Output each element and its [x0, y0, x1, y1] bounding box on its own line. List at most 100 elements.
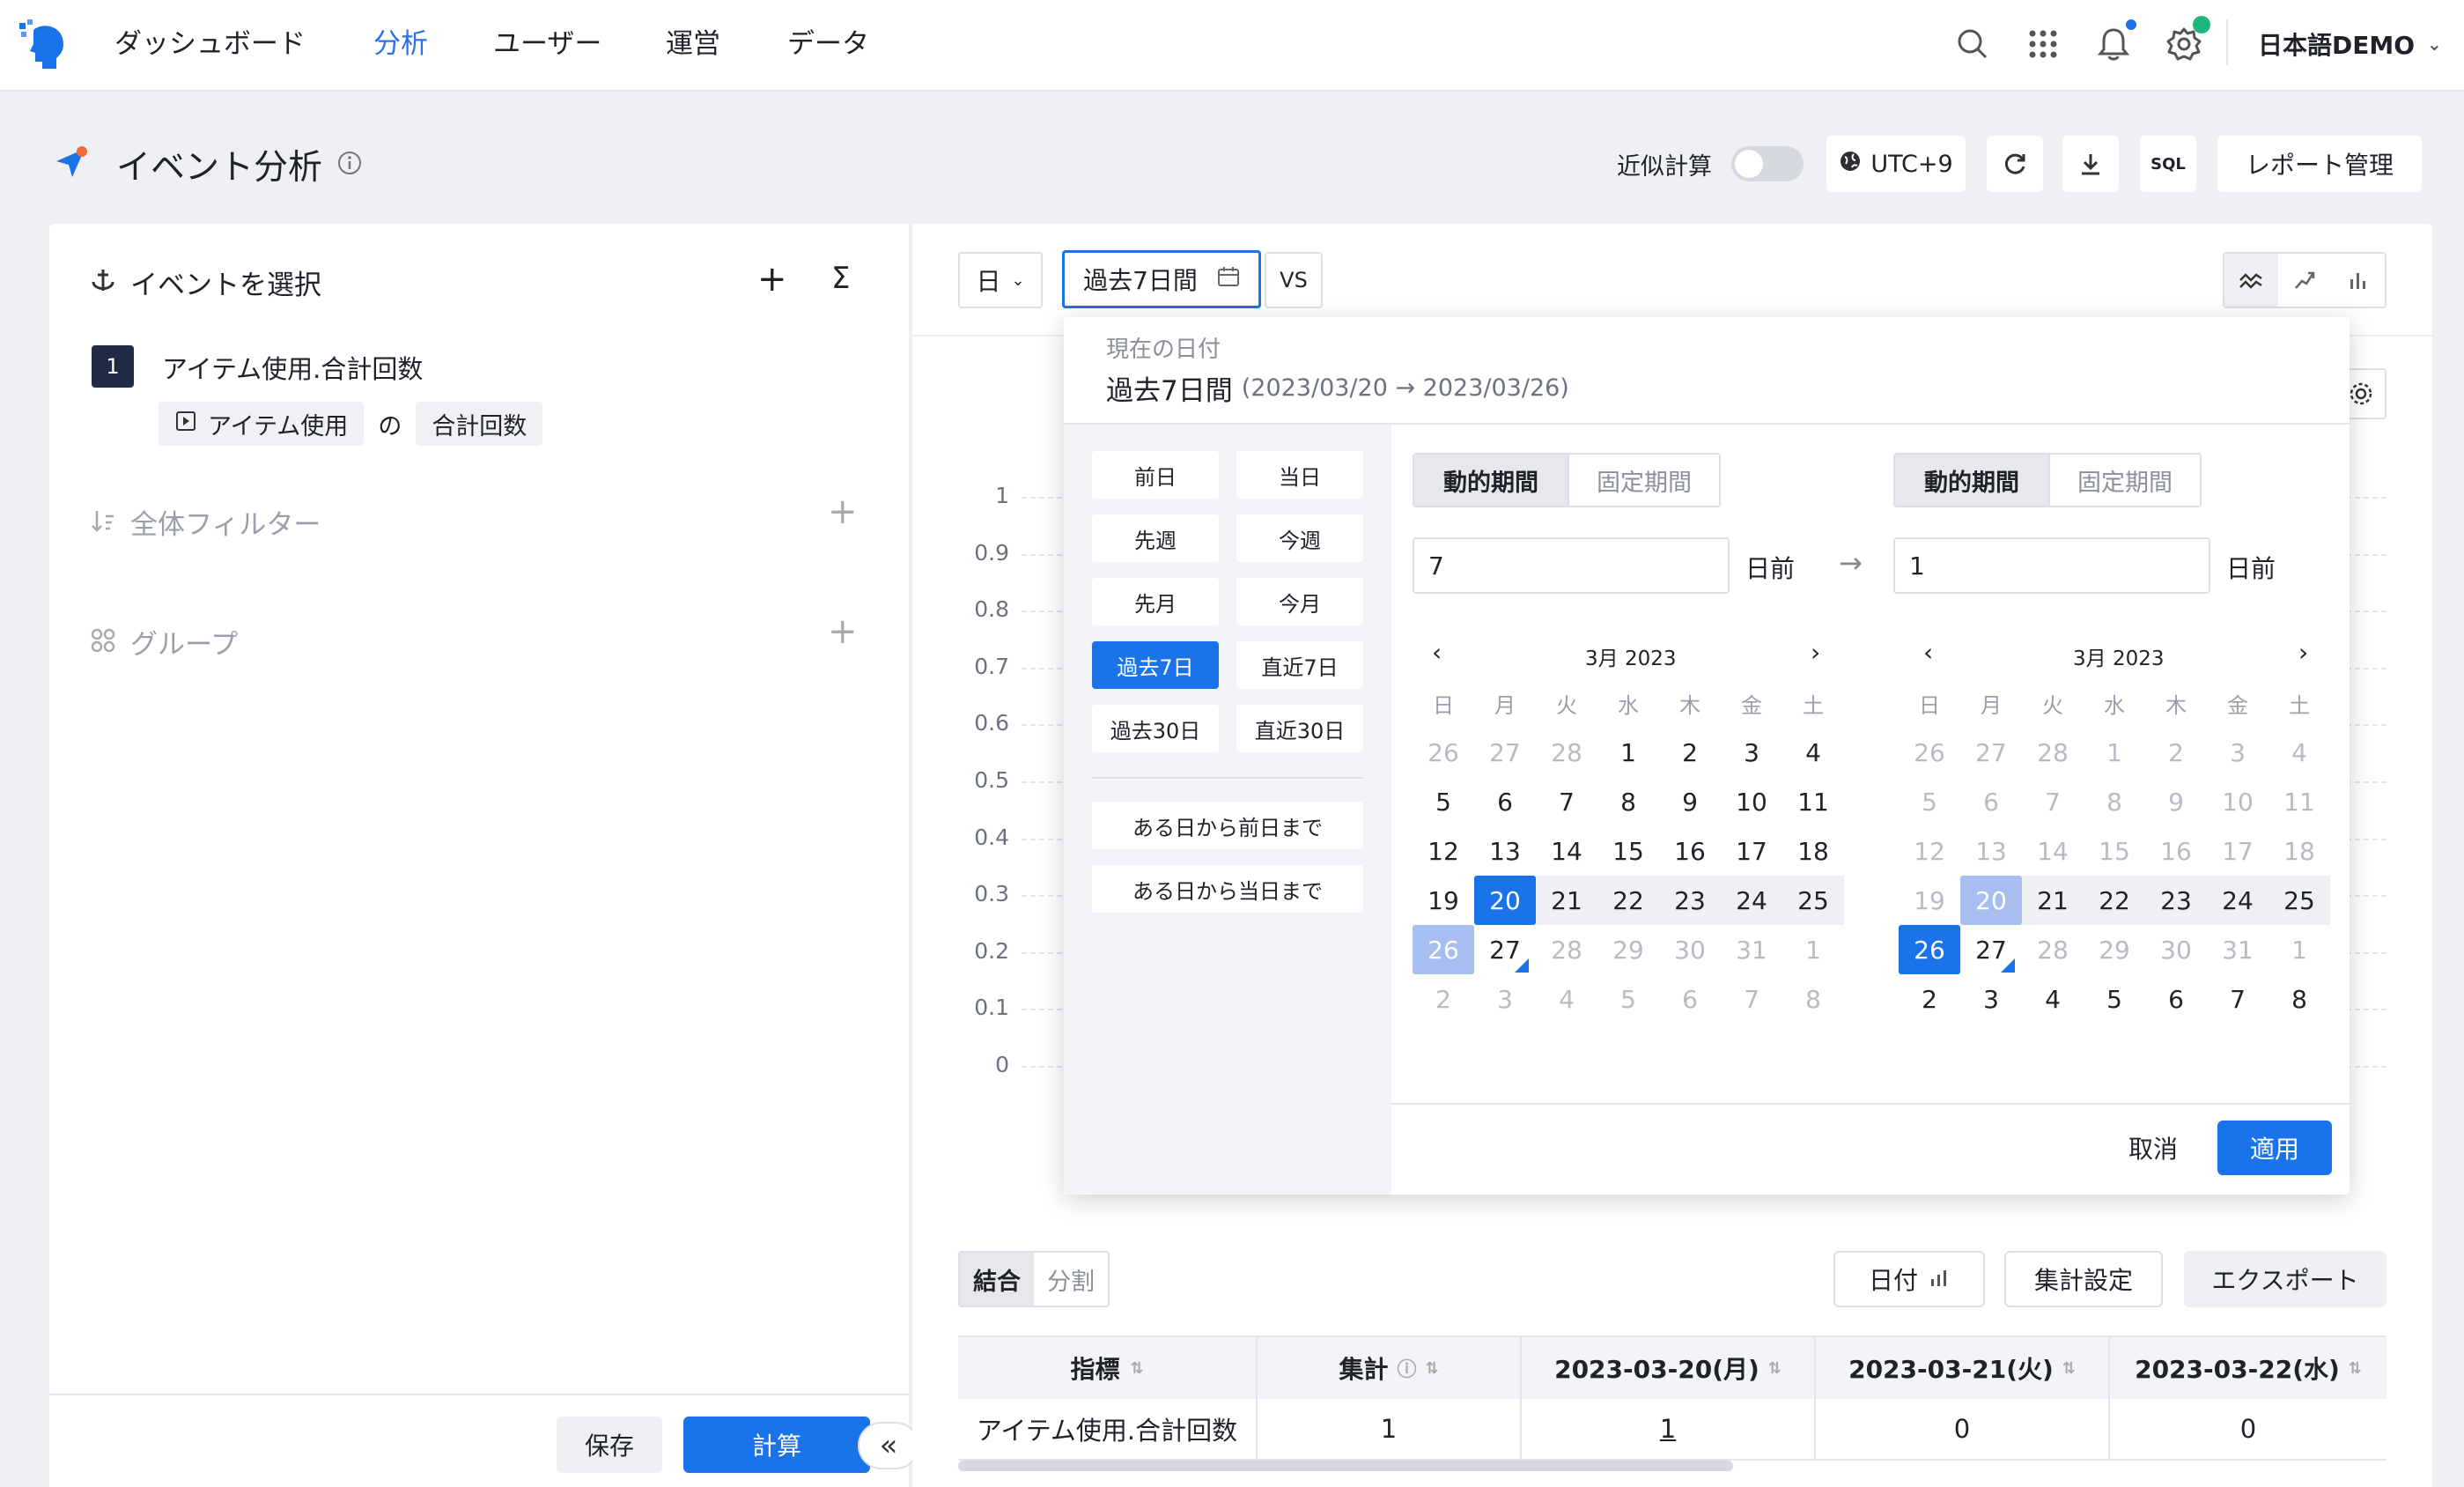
- preset-yesterday[interactable]: 前日: [1092, 451, 1219, 499]
- header-date-3[interactable]: 2023-03-22(水) ⇅: [2110, 1337, 2387, 1399]
- calendar-day[interactable]: 7: [2022, 777, 2084, 826]
- event-chip[interactable]: アイテム使用: [159, 402, 365, 446]
- search-icon[interactable]: [1951, 23, 1994, 65]
- calendar-day[interactable]: 24: [2207, 876, 2269, 925]
- calendar-day[interactable]: 22: [1597, 876, 1659, 925]
- calendar-day[interactable]: 26: [1899, 728, 1960, 777]
- sigma-icon[interactable]: Σ: [831, 261, 850, 296]
- add-group-icon[interactable]: +: [828, 611, 858, 652]
- compare-vs-button[interactable]: VS: [1265, 252, 1323, 308]
- preset-past-7-days[interactable]: 過去7日: [1092, 641, 1219, 689]
- calendar-day[interactable]: 5: [1899, 777, 1960, 826]
- calendar-day[interactable]: 2: [1413, 974, 1474, 1024]
- user-menu[interactable]: 日本語DEMO ⌄: [2258, 23, 2442, 65]
- calendar-day[interactable]: 18: [2269, 826, 2330, 876]
- calendar-day[interactable]: 11: [1782, 777, 1844, 826]
- calendar-day[interactable]: 17: [1721, 826, 1782, 876]
- calendar-day[interactable]: 16: [1659, 826, 1721, 876]
- nav-analysis[interactable]: 分析: [373, 0, 428, 88]
- preset-since-date-to-today[interactable]: ある日から当日まで: [1092, 865, 1363, 913]
- end-offset-input[interactable]: 1: [1893, 537, 2210, 594]
- end-mode-dynamic[interactable]: 動的期間: [1895, 455, 2048, 506]
- calendar-day[interactable]: 28: [2022, 728, 2084, 777]
- calculate-button[interactable]: 計算: [683, 1417, 870, 1473]
- calendar-day[interactable]: 30: [2145, 925, 2207, 974]
- calendar-day[interactable]: 26: [1413, 728, 1474, 777]
- calendar-day[interactable]: 18: [1782, 826, 1844, 876]
- app-logo-icon[interactable]: [18, 18, 70, 70]
- calendar-day[interactable]: 28: [2022, 925, 2084, 974]
- calendar-day[interactable]: 11: [2269, 777, 2330, 826]
- calendar-day[interactable]: 21: [2022, 876, 2084, 925]
- calendar-day[interactable]: 12: [1899, 826, 1960, 876]
- download-icon[interactable]: [2062, 136, 2119, 192]
- metric-chip[interactable]: 合計回数: [416, 402, 543, 446]
- calendar-day[interactable]: 23: [2145, 876, 2207, 925]
- calendar-day[interactable]: 5: [1597, 974, 1659, 1024]
- end-prev-month-icon[interactable]: ‹: [1923, 638, 1933, 667]
- apps-grid-icon[interactable]: [2022, 23, 2064, 65]
- calendar-day[interactable]: 1: [1597, 728, 1659, 777]
- calendar-day[interactable]: 6: [1960, 777, 2022, 826]
- calendar-day[interactable]: 8: [1597, 777, 1659, 826]
- tab-combined[interactable]: 結合: [960, 1253, 1034, 1306]
- calendar-day[interactable]: 4: [2269, 728, 2330, 777]
- calendar-day[interactable]: 19: [1413, 876, 1474, 925]
- calendar-day[interactable]: 6: [1659, 974, 1721, 1024]
- end-next-month-icon[interactable]: ›: [2298, 638, 2308, 667]
- calendar-day[interactable]: 5: [2084, 974, 2145, 1024]
- calendar-day[interactable]: 12: [1413, 826, 1474, 876]
- preset-since-date-to-yesterday[interactable]: ある日から前日まで: [1092, 802, 1363, 849]
- calendar-day[interactable]: 19: [1899, 876, 1960, 925]
- calendar-day[interactable]: 30: [1659, 925, 1721, 974]
- calendar-day[interactable]: 8: [2269, 974, 2330, 1024]
- calendar-day[interactable]: 14: [1536, 826, 1597, 876]
- header-date-2[interactable]: 2023-03-21(火) ⇅: [1816, 1337, 2110, 1399]
- calendar-day[interactable]: 8: [1782, 974, 1844, 1024]
- calendar-day[interactable]: 6: [1474, 777, 1536, 826]
- calendar-day[interactable]: 20: [1960, 876, 2022, 925]
- calendar-day[interactable]: 25: [2269, 876, 2330, 925]
- save-button[interactable]: 保存: [557, 1417, 662, 1473]
- calendar-day[interactable]: 23: [1659, 876, 1721, 925]
- preset-recent-7-days[interactable]: 直近7日: [1236, 641, 1363, 689]
- calendar-day[interactable]: 1: [2084, 728, 2145, 777]
- header-total[interactable]: 集計 ⓘ ⇅: [1258, 1337, 1522, 1399]
- calendar-day[interactable]: 28: [1536, 728, 1597, 777]
- trend-chart-icon[interactable]: [2278, 254, 2332, 307]
- calendar-day[interactable]: 15: [1597, 826, 1659, 876]
- cancel-button[interactable]: 取消: [2105, 1121, 2202, 1175]
- preset-this-month[interactable]: 今月: [1236, 578, 1363, 625]
- calendar-day[interactable]: 2: [1899, 974, 1960, 1024]
- calendar-day[interactable]: 28: [1536, 925, 1597, 974]
- add-event-icon[interactable]: +: [757, 259, 787, 300]
- calendar-day[interactable]: 29: [2084, 925, 2145, 974]
- sql-button[interactable]: SQL: [2140, 136, 2196, 192]
- calendar-day[interactable]: 20: [1474, 876, 1536, 925]
- line-chart-icon[interactable]: [2224, 254, 2278, 307]
- preset-recent-30-days[interactable]: 直近30日: [1236, 705, 1363, 752]
- collapse-panel-button[interactable]: «: [858, 1422, 919, 1469]
- preset-last-week[interactable]: 先週: [1092, 514, 1219, 562]
- start-mode-fixed[interactable]: 固定期間: [1568, 455, 1719, 506]
- date-range-input[interactable]: 過去7日間: [1062, 250, 1261, 308]
- calendar-day[interactable]: 21: [1536, 876, 1597, 925]
- calendar-day[interactable]: 4: [1782, 728, 1844, 777]
- calendar-day[interactable]: 10: [2207, 777, 2269, 826]
- group-header[interactable]: グループ: [90, 622, 238, 662]
- start-prev-month-icon[interactable]: ‹: [1432, 638, 1442, 667]
- calendar-day[interactable]: 31: [1721, 925, 1782, 974]
- calendar-day[interactable]: 4: [1536, 974, 1597, 1024]
- report-management-button[interactable]: レポート管理: [2217, 136, 2422, 192]
- calendar-day[interactable]: 2: [1659, 728, 1721, 777]
- calendar-day[interactable]: 27: [1474, 728, 1536, 777]
- calendar-day[interactable]: 13: [1474, 826, 1536, 876]
- calendar-day[interactable]: 3: [1721, 728, 1782, 777]
- refresh-icon[interactable]: [1987, 136, 2043, 192]
- calendar-day[interactable]: 9: [1659, 777, 1721, 826]
- calendar-day[interactable]: 15: [2084, 826, 2145, 876]
- calendar-day[interactable]: 3: [1960, 974, 2022, 1024]
- start-next-month-icon[interactable]: ›: [1811, 638, 1820, 667]
- aggregation-settings-button[interactable]: 集計設定: [2004, 1251, 2163, 1307]
- calendar-day[interactable]: 7: [1721, 974, 1782, 1024]
